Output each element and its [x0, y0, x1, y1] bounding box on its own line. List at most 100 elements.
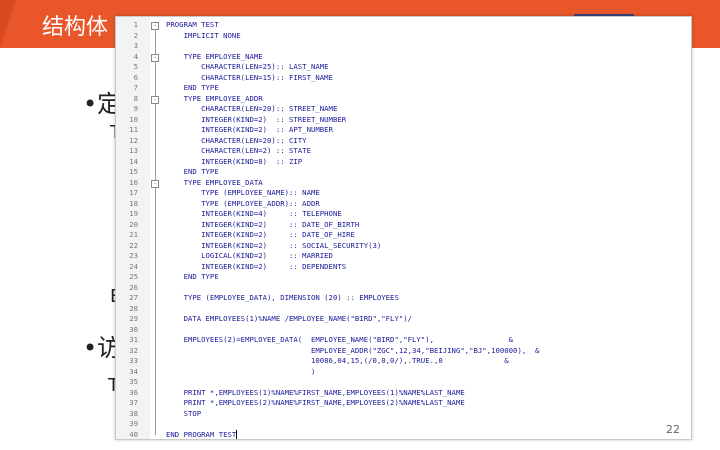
code-line[interactable]: 29 DATA EMPLOYEES(1)%NAME /EMPLOYEE_NAME… — [116, 314, 691, 325]
code-line[interactable]: 16 - TYPE EMPLOYEE_DATA — [116, 178, 691, 189]
code-text: TYPE EMPLOYEE_DATA — [166, 177, 263, 187]
line-number: 32 — [129, 345, 138, 355]
line-number: 30 — [129, 324, 138, 334]
code-text: PRINT *,EMPLOYEES(1)%NAME%FIRST_NAME,EMP… — [166, 387, 465, 397]
code-line[interactable]: 6 CHARACTER(LEN=15):: FIRST_NAME — [116, 73, 691, 84]
code-text: LOGICAL(KIND=2) :: MARRIED — [166, 251, 333, 260]
code-line[interactable]: 39 — [116, 419, 691, 430]
code-text: END TYPE — [166, 83, 219, 92]
line-number: 34 — [129, 366, 138, 376]
code-text: 10086,04,15,(/0,0,0/),.TRUE.,0 & — [166, 356, 509, 365]
code-text: CHARACTER(LEN=25):: LAST_NAME — [166, 62, 329, 71]
code-text: INTEGER(KIND=8) :: ZIP — [166, 156, 303, 166]
code-line[interactable]: 26 — [116, 283, 691, 294]
code-line[interactable]: 25 END TYPE — [116, 272, 691, 283]
header-accent — [0, 0, 16, 48]
code-line[interactable]: 19 INTEGER(KIND=4) :: TELEPHONE — [116, 209, 691, 220]
code-text: INTEGER(KIND=2) :: DATE_OF_BIRTH — [166, 219, 360, 229]
code-line[interactable]: 10 INTEGER(KIND=2) :: STREET_NUMBER — [116, 115, 691, 126]
code-text: END PROGRAM TEST — [166, 429, 238, 439]
code-line[interactable]: 21 INTEGER(KIND=2) :: DATE_OF_HIRE — [116, 230, 691, 241]
code-line[interactable]: 27 TYPE (EMPLOYEE_DATA), DIMENSION (20) … — [116, 293, 691, 304]
fold-toggle-icon[interactable]: - — [151, 22, 159, 30]
code-text: TYPE EMPLOYEE_ADDR — [166, 93, 263, 103]
code-text: IMPLICIT NONE — [166, 30, 241, 40]
line-number: 8 — [133, 93, 138, 103]
code-line[interactable]: 9 CHARACTER(LEN=20):: STREET_NAME — [116, 104, 691, 115]
code-line[interactable]: 40 END PROGRAM TEST — [116, 430, 691, 441]
code-line[interactable]: 14 INTEGER(KIND=8) :: ZIP — [116, 157, 691, 168]
line-number: 19 — [129, 209, 138, 218]
code-text: INTEGER(KIND=2) :: APT_NUMBER — [166, 125, 333, 134]
code-text: CHARACTER(LEN=15):: FIRST_NAME — [166, 72, 333, 82]
line-number: 29 — [129, 314, 138, 323]
line-number: 15 — [129, 167, 138, 176]
code-text: INTEGER(KIND=4) :: TELEPHONE — [166, 209, 342, 218]
code-line[interactable]: 5 CHARACTER(LEN=25):: LAST_NAME — [116, 62, 691, 73]
line-number: 6 — [133, 72, 138, 82]
code-line[interactable]: 2 IMPLICIT NONE — [116, 31, 691, 42]
fold-toggle-icon[interactable]: - — [151, 95, 159, 104]
code-line[interactable]: 38 STOP — [116, 409, 691, 420]
code-text: DATA EMPLOYEES(1)%NAME /EMPLOYEE_NAME("B… — [166, 314, 413, 323]
code-line[interactable]: 18 TYPE (EMPLOYEE_ADDR):: ADDR — [116, 199, 691, 210]
fold-toggle-icon[interactable]: - — [151, 53, 159, 62]
code-line[interactable]: 30 — [116, 325, 691, 336]
line-number: 35 — [129, 377, 138, 386]
code-line[interactable]: 7 END TYPE — [116, 83, 691, 94]
code-line[interactable]: 13 CHARACTER(LEN=2) :: STATE — [116, 146, 691, 157]
code-line[interactable]: 22 INTEGER(KIND=2) :: SOCIAL_SECURITY(3) — [116, 241, 691, 252]
line-number: 23 — [129, 251, 138, 260]
code-lines[interactable]: 1- PROGRAM TEST 2 IMPLICIT NONE 3 4- TYPE EM… — [116, 20, 691, 440]
code-line[interactable]: 1 - PROGRAM TEST — [116, 20, 691, 31]
code-line[interactable]: 15 END TYPE — [116, 167, 691, 178]
line-number: 39 — [129, 419, 138, 428]
code-line[interactable]: 33 10086,04,15,(/0,0,0/),.TRUE.,0 & — [116, 356, 691, 367]
code-text: ) — [166, 366, 316, 376]
code-text: CHARACTER(LEN=20):: CITY — [166, 135, 307, 145]
code-text: EMPLOYEES(2)=EMPLOYEE_DATA( EMPLOYEE_NAM… — [166, 335, 514, 344]
line-number: 2 — [133, 30, 138, 40]
code-text: TYPE EMPLOYEE_NAME — [166, 51, 263, 61]
code-line[interactable]: 34 ) — [116, 367, 691, 378]
code-text: TYPE (EMPLOYEE_ADDR):: ADDR — [166, 198, 320, 208]
line-number: 24 — [129, 261, 138, 271]
line-number: 7 — [133, 83, 138, 92]
code-line[interactable]: 24 INTEGER(KIND=2) :: DEPENDENTS — [116, 262, 691, 273]
code-line[interactable]: 28 — [116, 304, 691, 315]
line-number: 25 — [129, 272, 138, 281]
fold-toggle-icon[interactable]: - — [151, 179, 159, 188]
line-number: 27 — [129, 293, 138, 302]
line-number: 3 — [133, 41, 138, 50]
code-text: INTEGER(KIND=2) :: DEPENDENTS — [166, 261, 347, 271]
code-line[interactable]: 12 CHARACTER(LEN=20):: CITY — [116, 136, 691, 147]
code-line[interactable]: 4 - TYPE EMPLOYEE_NAME — [116, 52, 691, 63]
line-number: 13 — [129, 146, 138, 155]
code-line[interactable]: 17 TYPE (EMPLOYEE_NAME):: NAME — [116, 188, 691, 199]
code-text: INTEGER(KIND=2) :: DATE_OF_HIRE — [166, 230, 355, 239]
line-number: 37 — [129, 398, 138, 407]
line-number: 16 — [129, 177, 138, 187]
line-number: 21 — [129, 230, 138, 239]
code-line[interactable]: 36 PRINT *,EMPLOYEES(1)%NAME%FIRST_NAME,… — [116, 388, 691, 399]
code-line[interactable]: 35 — [116, 377, 691, 388]
line-number: 11 — [129, 125, 138, 134]
code-line[interactable]: 32 EMPLOYEE_ADDR("ZGC",12,34,"BEIJING","… — [116, 346, 691, 357]
code-editor-window[interactable]: 1- PROGRAM TEST 2 IMPLICIT NONE 3 4- TYPE EM… — [115, 16, 692, 440]
code-text: PROGRAM TEST — [166, 20, 219, 29]
code-line[interactable]: 11 INTEGER(KIND=2) :: APT_NUMBER — [116, 125, 691, 136]
line-number: 26 — [129, 282, 138, 292]
code-line[interactable]: 3 — [116, 41, 691, 52]
line-number: 31 — [129, 335, 138, 344]
code-line[interactable]: 31 EMPLOYEES(2)=EMPLOYEE_DATA( EMPLOYEE_… — [116, 335, 691, 346]
line-number: 17 — [129, 188, 138, 197]
code-line[interactable]: 37 PRINT *,EMPLOYEES(2)%NAME%FIRST_NAME,… — [116, 398, 691, 409]
code-line[interactable]: 23 LOGICAL(KIND=2) :: MARRIED — [116, 251, 691, 262]
line-number: 4 — [133, 51, 138, 61]
code-line[interactable]: 8 - TYPE EMPLOYEE_ADDR — [116, 94, 691, 105]
code-text: INTEGER(KIND=2) :: SOCIAL_SECURITY(3) — [166, 240, 382, 250]
code-text: TYPE (EMPLOYEE_DATA), DIMENSION (20) :: … — [166, 293, 399, 302]
code-line[interactable]: 20 INTEGER(KIND=2) :: DATE_OF_BIRTH — [116, 220, 691, 231]
line-number: 22 — [129, 240, 138, 250]
line-number: 33 — [129, 356, 138, 365]
